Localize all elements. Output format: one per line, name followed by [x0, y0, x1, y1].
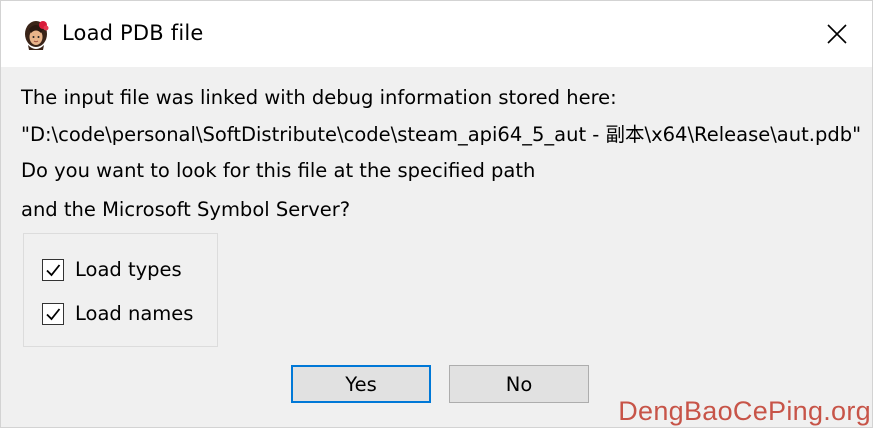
load-types-option[interactable]: Load types: [42, 258, 182, 282]
no-button[interactable]: No: [449, 365, 589, 403]
message-line-1: The input file was linked with debug inf…: [21, 86, 617, 109]
message-pdb-path: "D:\code\personal\SoftDistribute\code\st…: [21, 123, 862, 146]
load-options-group: Load types Load names: [23, 233, 218, 347]
title-bar: Load PDB file: [1, 1, 872, 67]
message-line-4: and the Microsoft Symbol Server?: [21, 198, 351, 221]
checkmark-icon: [46, 308, 61, 321]
load-names-checkbox[interactable]: [42, 303, 64, 325]
yes-button[interactable]: Yes: [291, 365, 431, 403]
load-types-label: Load types: [75, 258, 182, 281]
checkmark-icon: [46, 264, 61, 277]
ida-icon: [21, 19, 51, 51]
load-types-checkbox[interactable]: [42, 259, 64, 281]
close-icon: [827, 24, 847, 44]
window-title: Load PDB file: [62, 21, 204, 45]
message-line-3: Do you want to look for this file at the…: [21, 159, 536, 182]
load-names-option[interactable]: Load names: [42, 302, 193, 326]
watermark-text: DengBaoCePing.org: [618, 396, 871, 426]
load-names-label: Load names: [75, 302, 194, 325]
close-button[interactable]: [802, 1, 872, 67]
load-pdb-dialog: Load PDB file The input file was linked …: [0, 0, 873, 428]
